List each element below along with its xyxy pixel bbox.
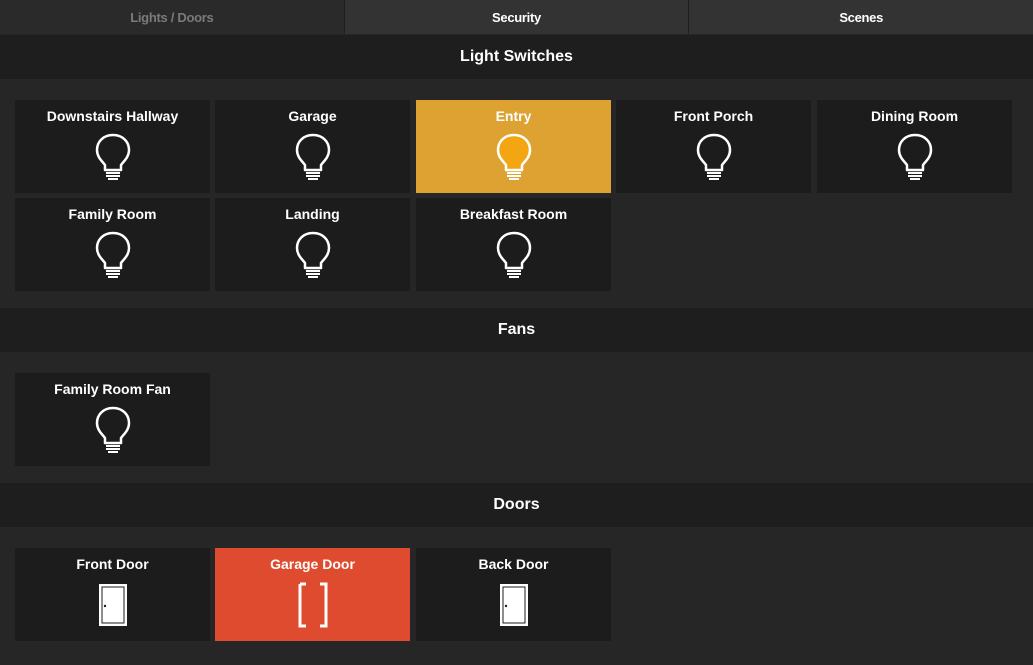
door-tile-garage-door[interactable]: Garage Door — [215, 548, 410, 641]
door-open-icon — [293, 580, 333, 630]
fan-tile-family-room-fan[interactable]: Family Room Fan — [15, 373, 210, 466]
tile-label: Landing — [285, 206, 340, 222]
section-header-fans: Fans — [0, 308, 1033, 352]
tile-label: Family Room — [68, 206, 157, 222]
light-tile-breakfast-room[interactable]: Breakfast Room — [416, 198, 611, 291]
bulb-icon — [694, 132, 734, 182]
section-header-light-switches: Light Switches — [0, 35, 1033, 79]
light-tile-entry[interactable]: Entry — [416, 100, 611, 193]
tile-label: Garage Door — [270, 556, 355, 572]
tab-scenes[interactable]: Scenes — [689, 0, 1033, 34]
tile-label: Garage — [288, 108, 337, 124]
tile-label: Back Door — [478, 556, 549, 572]
light-tile-front-porch[interactable]: Front Porch — [616, 100, 811, 193]
bulb-icon — [93, 132, 133, 182]
tab-security[interactable]: Security — [344, 0, 690, 34]
tile-label: Family Room Fan — [54, 381, 171, 397]
bulb-icon — [494, 230, 534, 280]
light-tile-landing[interactable]: Landing — [215, 198, 410, 291]
bulb-icon — [93, 405, 133, 455]
light-tile-family-room[interactable]: Family Room — [15, 198, 210, 291]
tile-label: Dining Room — [870, 108, 959, 124]
light-tile-garage[interactable]: Garage — [215, 100, 410, 193]
bulb-icon — [293, 230, 333, 280]
tile-label: Entry — [495, 108, 532, 124]
door-closed-icon — [93, 580, 133, 630]
door-tile-front-door[interactable]: Front Door — [15, 548, 210, 641]
tile-label: Front Door — [76, 556, 149, 572]
section-header-doors: Doors — [0, 483, 1033, 527]
tab-bar: Lights / Doors Security Scenes — [0, 0, 1033, 34]
bulb-icon — [293, 132, 333, 182]
tile-label: Front Porch — [673, 108, 754, 124]
light-tile-downstairs-hallway[interactable]: Downstairs Hallway — [15, 100, 210, 193]
door-tile-back-door[interactable]: Back Door — [416, 548, 611, 641]
light-tile-dining-room[interactable]: Dining Room — [817, 100, 1012, 193]
tile-label: Downstairs Hallway — [46, 108, 179, 124]
door-closed-icon — [494, 580, 534, 630]
tab-lights-doors[interactable]: Lights / Doors — [0, 0, 345, 34]
bulb-icon — [895, 132, 935, 182]
bulb-on-icon — [494, 132, 534, 182]
tile-label: Breakfast Room — [459, 206, 568, 222]
bulb-icon — [93, 230, 133, 280]
